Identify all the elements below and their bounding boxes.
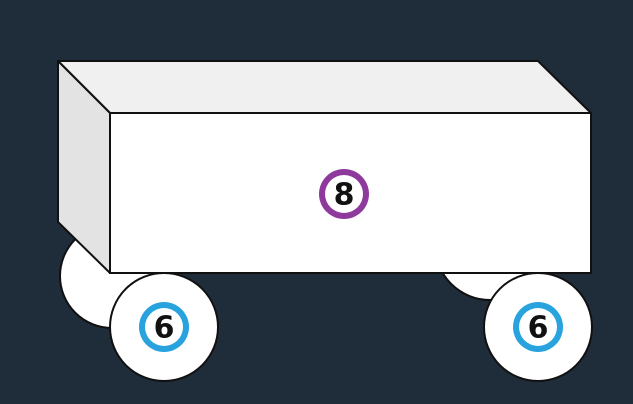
body-badge-label: 8 [334, 178, 355, 213]
front-left-wheel: 6 [109, 272, 219, 382]
box-top-face [57, 60, 592, 114]
cart-diagram: 8 6 6 [57, 60, 593, 382]
front-right-wheel: 6 [483, 272, 593, 382]
cart-body [57, 60, 592, 274]
front-right-wheel-label: 6 [528, 311, 549, 346]
front-left-wheel-label: 6 [154, 311, 175, 346]
body-number-badge: 8 [319, 169, 369, 219]
